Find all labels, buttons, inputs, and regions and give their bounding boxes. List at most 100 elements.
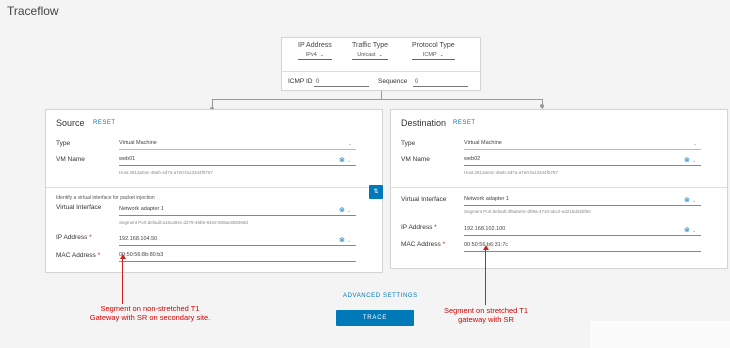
- clear-icon[interactable]: ⊗: [339, 237, 345, 244]
- connector-dot-right: [540, 104, 544, 108]
- source-vm-name-controls[interactable]: ⊗ ⌄: [339, 156, 351, 164]
- source-type-label: Type: [56, 140, 71, 147]
- protocol-type-value-text: ICMP: [422, 52, 437, 58]
- destination-vif-controls[interactable]: ⊗ ⌄: [684, 196, 696, 204]
- page-title: Traceflow: [7, 4, 59, 18]
- annotation-arrow-head-left: [120, 254, 126, 259]
- ip-address-value[interactable]: IPv4 ⌄: [298, 52, 332, 60]
- destination-title: Destination: [401, 118, 447, 128]
- source-mac-label-text: MAC Address: [56, 252, 96, 259]
- destination-vm-name-controls[interactable]: ⊗ ⌄: [684, 156, 696, 164]
- source-vif-label: Virtual Interface: [56, 204, 102, 211]
- annotation-right-line2: gateway with SR: [458, 315, 514, 324]
- required-marker: *: [434, 224, 437, 231]
- annotation-arrow-right: [485, 249, 486, 305]
- traffic-type-label: Traffic Type: [352, 42, 389, 49]
- chevron-down-icon[interactable]: ⌄: [347, 208, 351, 214]
- destination-reset-button[interactable]: RESET: [453, 120, 476, 126]
- icmp-id-input[interactable]: 0: [314, 79, 369, 87]
- destination-ip-controls[interactable]: ⊗ ⌄: [684, 226, 696, 234]
- connector-line-center: [381, 91, 382, 99]
- annotation-left-line2: Gateway with SR on secondary site.: [89, 313, 211, 322]
- chevron-down-icon[interactable]: ⌄: [348, 141, 352, 147]
- traffic-type-value[interactable]: Unicast ⌄: [352, 52, 389, 60]
- protocol-type-label: Protocol Type: [412, 42, 455, 49]
- chevron-down-icon: ⌄: [439, 52, 444, 58]
- source-vif-select[interactable]: Network adapter 1: [119, 206, 356, 216]
- ip-address-label: IP Address: [298, 42, 332, 49]
- required-marker: *: [89, 234, 92, 241]
- destination-type-select[interactable]: Virtual Machine: [464, 140, 701, 150]
- source-segment-port: Segment Port:default:a16ca94c-d279-46b5-…: [119, 220, 248, 225]
- destination-divider: [391, 187, 727, 188]
- chevron-down-icon[interactable]: ⌄: [347, 238, 351, 244]
- swap-button[interactable]: ⇅: [369, 185, 383, 199]
- ip-address-select[interactable]: IP Address IPv4 ⌄: [298, 42, 332, 60]
- chevron-down-icon: ⌄: [319, 52, 324, 58]
- clear-icon[interactable]: ⊗: [684, 197, 690, 204]
- source-vif-controls[interactable]: ⊗ ⌄: [339, 206, 351, 214]
- annotation-right-line1: Segment on stretched T1: [443, 306, 529, 315]
- annotation-left: Segment on non-stretched T1 Gateway with…: [70, 304, 230, 322]
- destination-vif-select[interactable]: Network adapter 1: [464, 196, 701, 206]
- source-type-select[interactable]: Virtual Machine: [119, 140, 356, 150]
- chevron-down-icon: ⌄: [378, 52, 383, 58]
- config-divider: [282, 71, 480, 72]
- ip-address-value-text: IPv4: [305, 52, 317, 58]
- destination-panel: Destination RESET Type Virtual Machine ⌄…: [390, 109, 728, 269]
- source-ip-label-text: IP Address: [56, 234, 88, 241]
- clear-icon[interactable]: ⊗: [684, 157, 690, 164]
- traffic-type-select[interactable]: Traffic Type Unicast ⌄: [352, 42, 389, 60]
- destination-mac-input[interactable]: 00:50:56:b6:31:7c: [464, 242, 701, 252]
- traffic-type-value-text: Unicast: [357, 52, 376, 58]
- source-mac-input[interactable]: 00:50:56:8b:80:b3: [119, 252, 356, 262]
- source-ip-input[interactable]: 192.168.104.50: [119, 236, 356, 246]
- clear-icon[interactable]: ⊗: [684, 227, 690, 234]
- source-host-hint: Host:2813a04c-46eb-4d7a-a7e0-fa13344f075…: [119, 170, 213, 175]
- protocol-type-select[interactable]: Protocol Type ICMP ⌄: [412, 42, 455, 60]
- annotation-arrow-left: [122, 258, 123, 304]
- chevron-down-icon[interactable]: ⌄: [692, 158, 696, 164]
- source-vm-name-select[interactable]: web01: [119, 156, 356, 166]
- chevron-down-icon[interactable]: ⌄: [692, 228, 696, 234]
- source-mac-label: MAC Address *: [56, 252, 100, 259]
- connector-line: [212, 99, 542, 100]
- background-corner: [590, 321, 730, 348]
- sequence-input[interactable]: 0: [413, 79, 468, 87]
- trace-button[interactable]: TRACE: [336, 310, 414, 326]
- source-ip-controls[interactable]: ⊗ ⌄: [339, 236, 351, 244]
- source-panel: Source RESET Type Virtual Machine ⌄ VM N…: [45, 109, 383, 273]
- destination-ip-label-text: IP Address: [401, 224, 433, 231]
- destination-mac-label: MAC Address *: [401, 241, 445, 248]
- annotation-right: Segment on stretched T1 gateway with SR: [428, 306, 544, 324]
- chevron-down-icon[interactable]: ⌄: [693, 141, 697, 147]
- sequence-label: Sequence: [378, 78, 408, 85]
- destination-ip-label: IP Address *: [401, 224, 437, 231]
- annotation-left-line1: Segment on non-stretched T1: [100, 304, 200, 313]
- destination-mac-label-text: MAC Address: [401, 241, 441, 248]
- destination-vif-label: Virtual Interface: [401, 196, 447, 203]
- destination-type-label: Type: [401, 140, 416, 147]
- icmp-id-label: ICMP ID: [288, 78, 313, 85]
- clear-icon[interactable]: ⊗: [339, 207, 345, 214]
- destination-ip-input[interactable]: 192.168.102.100: [464, 226, 701, 236]
- annotation-arrow-head-right: [483, 245, 489, 250]
- advanced-settings-link[interactable]: ADVANCED SETTINGS: [343, 293, 418, 299]
- source-vm-name-label: VM Name: [56, 156, 85, 163]
- destination-segment-port: Segment Port:default:3f6a5e0c-d09a-4710-…: [464, 209, 591, 214]
- destination-vm-name-select[interactable]: web02: [464, 156, 701, 166]
- source-ip-label: IP Address *: [56, 234, 92, 241]
- clear-icon[interactable]: ⊗: [339, 157, 345, 164]
- source-vif-hint: Identify a virtual interface for packet …: [56, 195, 155, 201]
- required-marker: *: [97, 252, 101, 259]
- chevron-down-icon[interactable]: ⌄: [347, 158, 351, 164]
- chevron-down-icon[interactable]: ⌄: [692, 198, 696, 204]
- traceflow-config: IP Address IPv4 ⌄ Traffic Type Unicast ⌄ P…: [281, 37, 481, 91]
- destination-vm-name-label: VM Name: [401, 156, 430, 163]
- source-divider: [46, 187, 382, 188]
- required-marker: *: [442, 241, 446, 248]
- source-title: Source: [56, 118, 85, 128]
- destination-host-hint: Host:2813a04c-46eb-4d7a-a7e0-fa13344f075…: [464, 170, 558, 175]
- source-reset-button[interactable]: RESET: [93, 120, 116, 126]
- protocol-type-value[interactable]: ICMP ⌄: [412, 52, 455, 60]
